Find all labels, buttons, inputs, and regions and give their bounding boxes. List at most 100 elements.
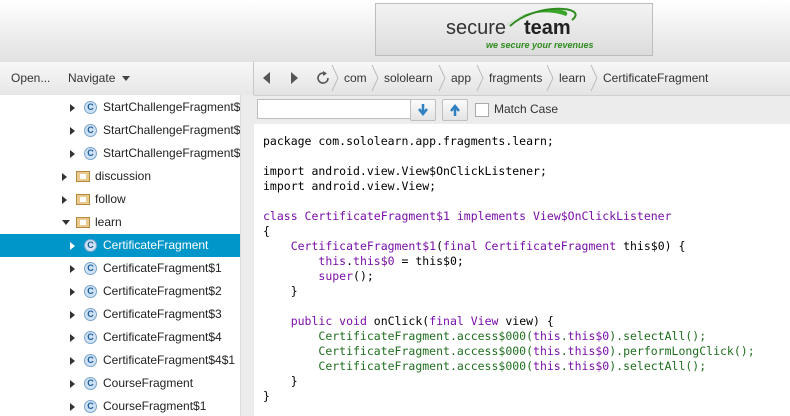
arrow-down-icon: [418, 104, 428, 117]
collapsed-arrow-icon[interactable]: [70, 311, 75, 319]
tree-row-label: CertificateFragment$3: [103, 307, 222, 321]
collapsed-arrow-icon[interactable]: [70, 288, 75, 296]
class-icon: C: [84, 124, 97, 137]
tree-row[interactable]: C CourseFragment$1: [0, 395, 240, 416]
collapsed-arrow-icon[interactable]: [70, 403, 75, 411]
code-token: class: [263, 209, 305, 223]
code-token: this: [533, 329, 561, 343]
logo-text-team: team: [524, 17, 571, 39]
code-line: }: [263, 374, 298, 389]
breadcrumb-item[interactable]: sololearn: [384, 71, 433, 85]
breadcrumb-item[interactable]: fragments: [489, 71, 542, 85]
class-icon: C: [84, 239, 97, 252]
collapsed-arrow-icon[interactable]: [70, 242, 75, 250]
code-line: CertificateFragment.access$000(this.this…: [263, 359, 706, 374]
code-editor[interactable]: package com.sololearn.app.fragments.lear…: [254, 124, 790, 416]
class-icon: C: [84, 354, 97, 367]
tree-row-label: CertificateFragment$2: [103, 284, 222, 298]
tree-row[interactable]: discussion: [0, 165, 240, 188]
breadcrumb-item[interactable]: CertificateFragment: [603, 71, 708, 85]
code-token: this$0) {: [623, 239, 686, 253]
tree-row-label: CertificateFragment$4: [103, 330, 222, 344]
code-token: CertificateFragment.access$000(: [318, 344, 534, 358]
tree-row[interactable]: C CourseFragment: [0, 372, 240, 395]
code-token: this$0: [567, 344, 610, 358]
open-menu[interactable]: Open...: [11, 71, 50, 85]
tree-row-label: follow: [95, 192, 126, 206]
code-token: .: [346, 254, 354, 268]
breadcrumb-item[interactable]: learn: [559, 71, 586, 85]
collapsed-arrow-icon[interactable]: [70, 265, 75, 273]
code-token: this: [533, 359, 561, 373]
tree-row[interactable]: C StartChallengeFragment$3: [0, 142, 240, 165]
navigate-menu[interactable]: Navigate: [68, 71, 131, 85]
collapsed-arrow-icon[interactable]: [70, 104, 75, 112]
find-input[interactable]: [257, 99, 411, 119]
breadcrumb-item[interactable]: com: [344, 71, 367, 85]
class-icon: C: [84, 331, 97, 344]
collapsed-arrow-icon[interactable]: [62, 173, 67, 181]
code-token: ).selectAll();: [609, 359, 707, 373]
tree-row[interactable]: follow: [0, 188, 240, 211]
package-tree[interactable]: C StartChallengeFragment$2 C StartChallenge…: [0, 95, 240, 416]
tree-row-label: StartChallengeFragment$2: [103, 100, 240, 114]
code-token: CertificateFragment$1: [290, 239, 437, 253]
tree-row[interactable]: C StartChallengeFragment$2: [0, 119, 240, 142]
tree-row[interactable]: C StartChallengeFragment$2: [0, 96, 240, 119]
code-token: this: [318, 254, 347, 268]
breadcrumb-separator-icon: [546, 64, 554, 92]
tree-row[interactable]: learn: [0, 211, 240, 234]
package-folder-icon: [76, 194, 90, 205]
tree-row[interactable]: C CertificateFragment: [0, 234, 240, 257]
tree-scrollbar[interactable]: [240, 95, 254, 416]
expanded-arrow-icon[interactable]: [62, 220, 70, 225]
find-previous-button[interactable]: [442, 99, 468, 121]
collapsed-arrow-icon[interactable]: [70, 334, 75, 342]
collapsed-arrow-icon[interactable]: [70, 127, 75, 135]
tree-row[interactable]: C CertificateFragment$4$1: [0, 349, 240, 372]
collapsed-arrow-icon[interactable]: [70, 380, 75, 388]
tree-row-label: StartChallengeFragment$3: [103, 146, 240, 160]
code-line: import android.view.View;: [263, 179, 436, 194]
collapsed-arrow-icon[interactable]: [70, 150, 75, 158]
forward-button[interactable]: [283, 66, 305, 90]
navigate-label: Navigate: [68, 71, 116, 85]
match-case-checkbox[interactable]: [475, 103, 489, 117]
back-button[interactable]: [256, 66, 278, 90]
code-token: View: [470, 314, 506, 328]
code-line: public void onClick(final View view) {: [263, 314, 554, 329]
collapsed-arrow-icon[interactable]: [62, 196, 67, 204]
code-line: super();: [263, 269, 373, 284]
code-token: ).performLongClick();: [609, 344, 755, 358]
code-token: public void: [290, 314, 374, 328]
tree-row-label: CertificateFragment$4$1: [103, 353, 236, 367]
code-token: .: [560, 329, 568, 343]
breadcrumb-separator-icon: [438, 64, 446, 92]
code-token: CertificateFragment: [484, 239, 624, 253]
tree-row-label: CourseFragment: [103, 376, 194, 390]
code-token: view) {: [505, 314, 554, 328]
code-line: this.this$0 = this$0;: [263, 254, 463, 269]
back-arrow-icon: [263, 72, 270, 84]
code-line: {: [263, 224, 270, 239]
code-line: class CertificateFragment$1 implements V…: [263, 209, 672, 224]
top-banner: secure team we secure your revenues: [0, 0, 790, 63]
tree-row[interactable]: C CertificateFragment$4: [0, 326, 240, 349]
forward-arrow-icon: [291, 72, 298, 84]
class-icon: C: [84, 147, 97, 160]
code-token: CertificateFragment.access$000(: [318, 329, 534, 343]
menu-bar: Open... Navigate: [0, 62, 253, 96]
code-line: import android.view.View$OnClickListener…: [263, 164, 547, 179]
code-token: CertificateFragment.access$000(: [318, 359, 534, 373]
breadcrumb-item[interactable]: app: [451, 71, 471, 85]
tree-row[interactable]: C CertificateFragment$1: [0, 257, 240, 280]
tree-row[interactable]: C CertificateFragment$3: [0, 303, 240, 326]
find-next-button[interactable]: [410, 99, 436, 121]
collapsed-arrow-icon[interactable]: [70, 357, 75, 365]
tree-row[interactable]: C CertificateFragment$2: [0, 280, 240, 303]
code-token: }: [263, 389, 270, 403]
code-token: (: [436, 239, 444, 253]
